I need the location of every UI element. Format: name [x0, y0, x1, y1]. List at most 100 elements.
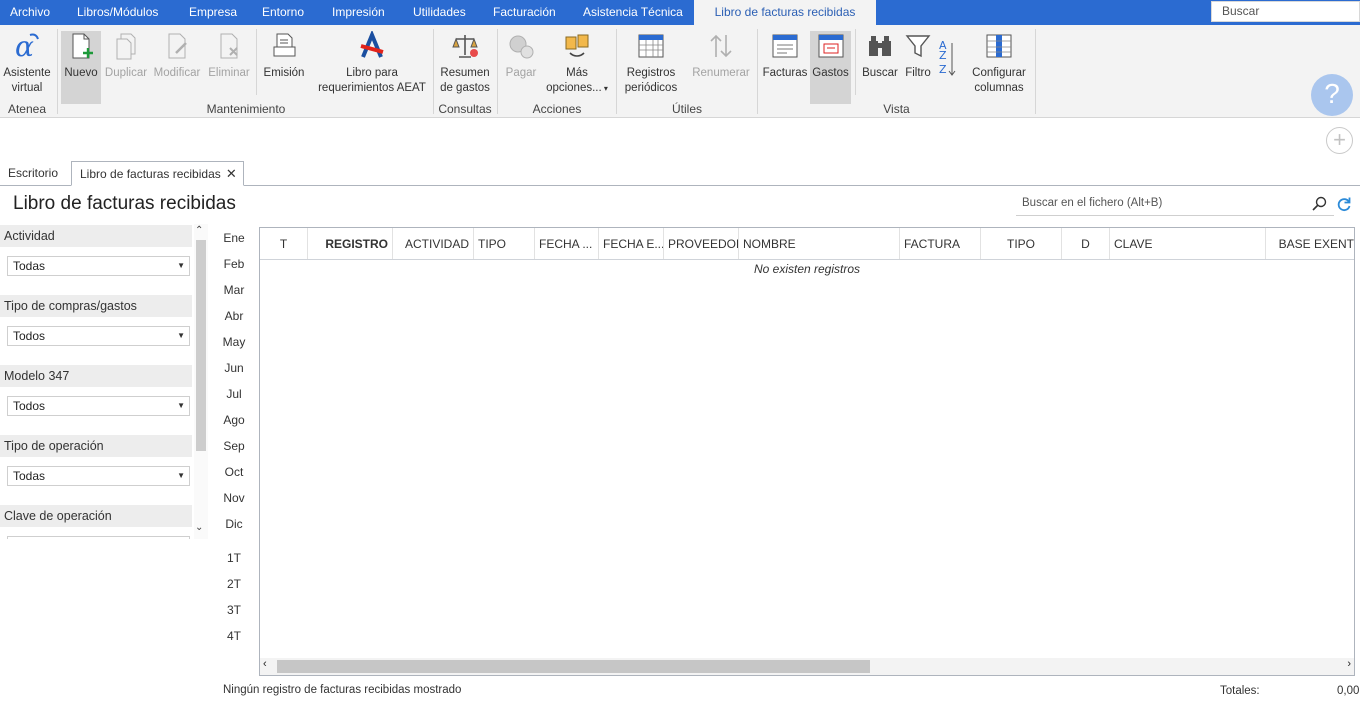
col-registro[interactable]: REGISTRO [308, 228, 393, 259]
quarter-4t[interactable]: 4T [214, 629, 254, 643]
search-icon[interactable] [1312, 196, 1328, 212]
edit-document-icon [168, 33, 187, 59]
global-search-input[interactable]: Buscar [1211, 1, 1360, 22]
col-actividad[interactable]: ACTIVIDAD [393, 228, 474, 259]
month-may[interactable]: May [214, 335, 254, 349]
svg-text:Z: Z [939, 63, 947, 76]
nuevo-button[interactable]: Nuevo [61, 31, 101, 104]
filter-actividad-value: Todas [13, 259, 46, 273]
menu-libros-modulos[interactable]: Libros/Módulos [77, 0, 158, 25]
filter-funnel-icon [905, 35, 931, 58]
quarter-3t[interactable]: 3T [214, 603, 254, 617]
month-jul[interactable]: Jul [214, 387, 254, 401]
libro-aeat-button[interactable]: Libro para requerimientos AEAT [314, 31, 430, 99]
group-vista: Vista [883, 102, 910, 116]
filter-tipo-operacion-select[interactable]: Todas ▼ [7, 466, 190, 486]
col-clave[interactable]: CLAVE [1110, 228, 1266, 259]
add-tab-icon[interactable]: + [1326, 127, 1353, 154]
group-mantenimiento: Mantenimiento [206, 102, 286, 116]
eliminar-button[interactable]: Eliminar [206, 31, 252, 99]
registros-periodicos-button[interactable]: Registros periódicos [621, 31, 681, 99]
menu-utilidades[interactable]: Utilidades [413, 0, 466, 25]
scroll-right-icon[interactable]: › [1347, 658, 1351, 670]
scroll-down-icon[interactable]: ⌄ [195, 522, 203, 533]
month-ago[interactable]: Ago [214, 413, 254, 427]
menu-impresion[interactable]: Impresión [332, 0, 385, 25]
svg-text:Z: Z [939, 49, 947, 62]
tab-libro-facturas[interactable]: Libro de facturas recibidas ✕ [71, 161, 244, 186]
horizontal-scroll-thumb[interactable] [277, 660, 870, 673]
asistente-virtual-button[interactable]: α Asistente virtual [0, 31, 54, 99]
aeat-logo-icon [360, 31, 384, 58]
sort-button[interactable]: AZZ [937, 31, 959, 99]
print-document-icon [273, 33, 296, 57]
filter-scrollbar[interactable]: ⌃ ⌄ [194, 224, 208, 539]
filter-tipo-compras-select[interactable]: Todos ▼ [7, 326, 190, 346]
renumerar-button[interactable]: Renumerar [689, 31, 753, 99]
configurar-columnas-button[interactable]: Configurar columnas [967, 31, 1031, 99]
filter-scroll-thumb[interactable] [196, 240, 206, 451]
month-dic[interactable]: Dic [214, 517, 254, 531]
col-fecha-e[interactable]: FECHA E... [599, 228, 664, 259]
month-nov[interactable]: Nov [214, 491, 254, 505]
menu-libro-facturas-recibidas[interactable]: Libro de facturas recibidas [694, 0, 876, 25]
pagar-button[interactable]: Pagar [501, 31, 541, 99]
emision-button[interactable]: Emisión [261, 31, 307, 99]
horizontal-scrollbar[interactable]: ‹ › [260, 658, 1354, 675]
close-icon[interactable]: ✕ [226, 162, 237, 186]
file-search-input[interactable]: Buscar en el fichero (Alt+B) [1016, 192, 1334, 216]
menu-asistencia-tecnica[interactable]: Asistencia Técnica [583, 0, 683, 25]
tab-escritorio[interactable]: Escritorio [0, 161, 66, 186]
resumen-gastos-button[interactable]: Resumen de gastos [437, 31, 493, 99]
new-document-icon [72, 33, 93, 59]
mas-opciones-button[interactable]: Más opciones... ▾ [543, 31, 611, 99]
month-sep[interactable]: Sep [214, 439, 254, 453]
filter-modelo347-label: Modelo 347 [0, 365, 192, 387]
col-d[interactable]: D [1062, 228, 1110, 259]
filtro-button[interactable]: Filtro [900, 31, 936, 99]
quarter-2t[interactable]: 2T [214, 577, 254, 591]
filter-modelo347-select[interactable]: Todos ▼ [7, 396, 190, 416]
col-tipo-2[interactable]: TIPO [981, 228, 1062, 259]
registros-label-2: periódicos [624, 82, 678, 94]
modificar-label: Modificar [153, 67, 201, 79]
filter-modelo347-value: Todos [13, 399, 46, 413]
col-base-exenta[interactable]: BASE EXENT [1266, 228, 1354, 259]
month-feb[interactable]: Feb [214, 257, 254, 271]
col-factura[interactable]: FACTURA [900, 228, 981, 259]
help-icon[interactable]: ? [1311, 74, 1353, 116]
filter-actividad-select[interactable]: Todas ▼ [7, 256, 190, 276]
grid-header: T REGISTRO ACTIVIDAD TIPO FECHA ... FECH… [260, 228, 1354, 260]
refresh-icon[interactable] [1336, 196, 1352, 212]
buscar-button[interactable]: Buscar [860, 31, 900, 99]
modificar-button[interactable]: Modificar [151, 31, 203, 99]
scroll-left-icon[interactable]: ‹ [263, 658, 267, 670]
gastos-view-button[interactable]: Gastos [810, 31, 851, 104]
col-fecha[interactable]: FECHA ... [535, 228, 599, 259]
col-nombre[interactable]: NOMBRE [739, 228, 900, 259]
month-ene[interactable]: Ene [214, 231, 254, 245]
empty-message: No existen registros [753, 262, 861, 276]
col-t[interactable]: T [260, 228, 308, 259]
chevron-down-icon: ▾ [601, 84, 608, 93]
menu-bar: Archivo Libros/Módulos Empresa Entorno I… [0, 0, 1360, 25]
filter-actividad-label: Actividad [0, 225, 192, 247]
month-mar[interactable]: Mar [214, 283, 254, 297]
month-abr[interactable]: Abr [214, 309, 254, 323]
col-proveedor[interactable]: PROVEEDOR [664, 228, 739, 259]
menu-entorno[interactable]: Entorno [262, 0, 304, 25]
menu-facturacion[interactable]: Facturación [493, 0, 556, 25]
filter-clave-operacion-select[interactable] [7, 536, 190, 539]
resumen-label-1: Resumen [440, 67, 490, 79]
month-oct[interactable]: Oct [214, 465, 254, 479]
month-jun[interactable]: Jun [214, 361, 254, 375]
quarter-1t[interactable]: 1T [214, 551, 254, 565]
duplicar-button[interactable]: Duplicar [103, 31, 149, 99]
facturas-view-button[interactable]: Facturas [761, 31, 809, 99]
menu-archivo[interactable]: Archivo [10, 0, 50, 25]
menu-empresa[interactable]: Empresa [189, 0, 237, 25]
scroll-up-icon[interactable]: ⌃ [195, 225, 203, 236]
col-tipo[interactable]: TIPO [474, 228, 535, 259]
status-text: Ningún registro de facturas recibidas mo… [223, 684, 462, 696]
filter-clave-operacion-label: Clave de operación [0, 505, 192, 527]
